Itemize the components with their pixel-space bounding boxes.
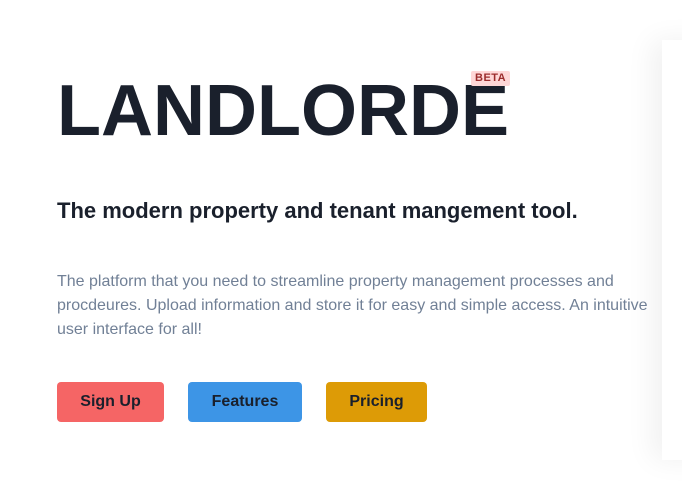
- description: The platform that you need to streamline…: [57, 273, 648, 338]
- sign-up-button[interactable]: Sign Up: [57, 382, 164, 422]
- pricing-button[interactable]: Pricing: [326, 382, 427, 422]
- landing-page: LANDLORDE BETA The modern property and t…: [0, 0, 682, 484]
- beta-badge: BETA: [471, 71, 511, 86]
- brand-title: LANDLORDE: [57, 71, 509, 151]
- hero-section: LANDLORDE BETA The modern property and t…: [57, 70, 667, 422]
- features-button[interactable]: Features: [188, 382, 302, 422]
- tagline: The modern property and tenant mangement…: [57, 198, 578, 223]
- title-row: LANDLORDE BETA: [57, 70, 667, 152]
